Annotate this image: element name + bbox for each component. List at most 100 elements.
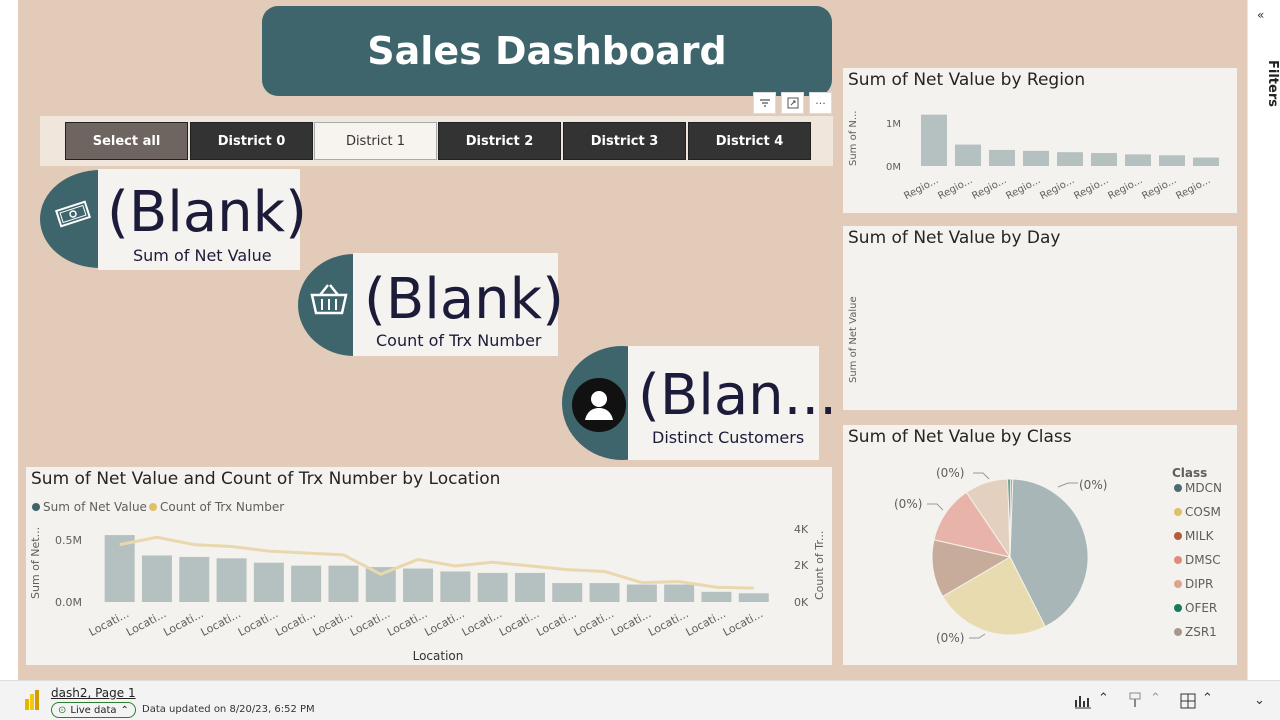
class-legend-item: MDCN [1185, 481, 1222, 495]
pie-data-label: (0%) [894, 497, 922, 511]
class-legend-item: DMSC [1185, 553, 1221, 567]
region-y-tick: 1M [886, 119, 901, 130]
paint-icon[interactable] [1128, 692, 1142, 712]
class-pie-chart: (0%) (0%) (0%) (0%) Class MDCN COSM MILK DM… [894, 466, 1222, 645]
region-bar [1091, 153, 1117, 166]
location-bar [104, 535, 135, 602]
class-legend-item: OFER [1185, 601, 1217, 615]
location-x-tick: Locati... [348, 607, 392, 639]
class-legend-item: ZSR1 [1185, 625, 1217, 639]
data-updated-text: Data updated on 8/20/23, 6:52 PM [142, 704, 315, 715]
location-bar [589, 583, 620, 602]
location-x-tick: Locati... [161, 607, 205, 639]
region-x-tick: Regio... [902, 175, 940, 202]
region-x-tick: Regio... [1038, 175, 1076, 202]
class-legend-item: DIPR [1185, 577, 1213, 591]
chevron-up-icon[interactable]: ⌃ [1150, 691, 1161, 706]
page-link[interactable]: dash2, Page 1 [51, 686, 136, 700]
loc-y-left-tick: 0.5M [55, 534, 82, 547]
basket-icon [308, 282, 350, 318]
legend-marker [1174, 484, 1182, 492]
location-bar [403, 568, 434, 602]
location-x-tick: Locati... [236, 607, 280, 639]
location-bar [664, 584, 695, 602]
slicer-district-0[interactable]: District 0 [190, 122, 313, 160]
location-x-tick: Locati... [534, 607, 578, 639]
filters-pane[interactable]: « Filters [1247, 0, 1280, 680]
collapse-chevron-icon[interactable]: « [1257, 8, 1264, 22]
slicer-district-3[interactable]: District 3 [563, 122, 686, 160]
check-icon: ⊙ [58, 704, 67, 716]
slicer-select-all[interactable]: Select all [65, 122, 188, 160]
more-options-icon[interactable]: ··· [809, 92, 832, 114]
legend-marker [1174, 580, 1182, 588]
chevron-down-icon[interactable]: ⌄ [1254, 693, 1265, 708]
location-x-tick: Locati... [460, 607, 504, 639]
layout-icon[interactable] [1180, 693, 1196, 713]
filter-icon[interactable] [753, 92, 776, 114]
slicer-district-2[interactable]: District 2 [438, 122, 561, 160]
live-data-badge[interactable]: ⊙ Live data ⌃ [51, 702, 136, 718]
loc-y-left-label: Sum of Net... [29, 527, 42, 599]
legend-marker [1174, 628, 1182, 636]
region-x-tick: Regio... [1072, 175, 1110, 202]
region-x-tick: Regio... [1174, 175, 1212, 202]
region-bar [921, 114, 947, 166]
location-bar [738, 593, 769, 602]
kpi-net-value: (Blank) [107, 180, 307, 245]
class-legend-item: MILK [1185, 529, 1215, 543]
loc-y-right-tick: 4K [794, 523, 809, 536]
region-x-tick: Regio... [970, 175, 1008, 202]
slicer-district-4[interactable]: District 4 [688, 122, 811, 160]
legend-net-value: Sum of Net Value [43, 500, 147, 514]
legend-marker-trx [149, 503, 157, 511]
powerbi-logo-icon [24, 689, 40, 711]
location-bar [141, 555, 172, 602]
kpi-net-value-label: Sum of Net Value [133, 246, 272, 265]
chevron-up-icon[interactable]: ⌃ [1098, 691, 1109, 706]
location-bar [552, 583, 583, 602]
filters-label[interactable]: Filters [1250, 60, 1280, 107]
focus-mode-icon[interactable] [781, 92, 804, 114]
location-bar [291, 565, 322, 602]
location-bar [477, 572, 508, 602]
location-x-tick: Locati... [572, 607, 616, 639]
legend-marker [1174, 556, 1182, 564]
pie-data-label: (0%) [936, 466, 964, 480]
location-bar [179, 556, 210, 602]
region-y-tick: 0M [886, 162, 901, 173]
trx-line-series [119, 535, 754, 590]
location-bar [253, 562, 284, 602]
loc-y-right-tick: 0K [794, 596, 809, 609]
location-bar [365, 567, 396, 602]
region-bar [955, 144, 981, 166]
region-bar [1125, 154, 1151, 166]
location-bar [216, 558, 247, 602]
location-chart-panel[interactable]: Sum of Net Value and Count of Trx Number… [26, 467, 832, 665]
chevron-up-icon: ⌃ [120, 704, 129, 716]
money-icon [54, 199, 92, 229]
legend-marker-net-value [32, 503, 40, 511]
chart-icon[interactable] [1074, 693, 1092, 713]
day-chart: Sum of Net Value [848, 296, 859, 383]
region-y-axis-label: Sum of N... [848, 111, 859, 166]
kpi-customers-label: Distinct Customers [652, 428, 805, 447]
legend-marker [1174, 532, 1182, 540]
region-bar [989, 149, 1015, 166]
day-y-axis-label: Sum of Net Value [848, 296, 859, 383]
class-chart-panel[interactable]: Sum of Net Value by Class (0%) (0%) (0%)… [843, 425, 1237, 665]
live-data-label: Live data [70, 704, 117, 716]
location-x-tick: Locati... [721, 607, 765, 639]
region-chart-panel[interactable]: Sum of Net Value by Region Sum of N... 1… [843, 68, 1237, 213]
chevron-up-icon[interactable]: ⌃ [1202, 691, 1213, 706]
class-legend-title: Class [1172, 466, 1207, 480]
day-chart-panel[interactable]: Sum of Net Value by Day Sum of Net Value [843, 226, 1237, 410]
location-x-tick: Locati... [609, 607, 653, 639]
slicer-district-1[interactable]: District 1 [314, 122, 437, 160]
location-bar [701, 591, 732, 602]
region-bar [1057, 152, 1083, 166]
region-bar [1023, 150, 1049, 166]
loc-x-axis-label: Location [413, 649, 464, 663]
region-x-tick: Regio... [1140, 175, 1178, 202]
status-bar: dash2, Page 1 ⊙ Live data ⌃ Data updated… [0, 680, 1280, 720]
